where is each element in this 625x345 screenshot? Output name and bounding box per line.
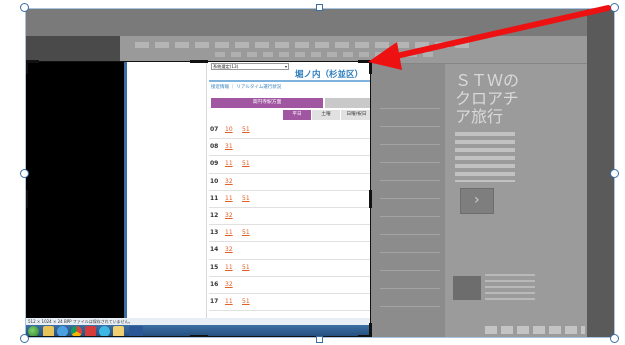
media-icon[interactable] (99, 326, 110, 336)
direction-tab[interactable]: 高円寺駅方面 (211, 98, 323, 108)
table-row: 09 11 51 (209, 156, 370, 174)
table-row: 15 11 51 (209, 260, 370, 277)
hour-label: 11 (210, 194, 219, 202)
resize-handle-bottom-right[interactable] (610, 334, 619, 343)
stop-name-title: 堀ノ内（杉並区） (295, 70, 364, 80)
resize-handle-right[interactable] (610, 169, 619, 178)
minute-link[interactable]: 11 (225, 229, 233, 236)
background-titlebar (25, 8, 615, 36)
hour-label: 07 (210, 126, 219, 133)
minute-link[interactable]: 51 (242, 195, 250, 202)
hour-label: 12 (210, 211, 219, 219)
minute-link[interactable]: 51 (242, 264, 250, 271)
tab-saturday[interactable]: 土曜 (312, 110, 340, 120)
minute-link[interactable]: 11 (225, 195, 233, 202)
table-row: 10 32 (209, 174, 370, 191)
folder-icon[interactable] (43, 326, 54, 336)
background-next-button (460, 188, 494, 214)
hour-label: 08 (210, 143, 219, 151)
hour-label: 14 (210, 246, 219, 254)
browser-icon[interactable] (57, 326, 68, 336)
background-thumbnail (453, 276, 481, 300)
minute-link[interactable]: 11 (225, 160, 233, 167)
pasted-screenshot[interactable]: 系統選定(13) ▾ 堀ノ内（杉並区） 接近情報 ｜ リアルタイム運行状況 高円… (25, 61, 371, 337)
hour-label: 16 (210, 280, 219, 288)
hour-label: 09 (210, 160, 219, 168)
minute-link[interactable]: 51 (242, 160, 250, 167)
minute-link[interactable]: 11 (225, 264, 233, 271)
resize-handle-top-left[interactable] (20, 3, 29, 12)
explorer-icon[interactable] (113, 326, 124, 336)
resize-handle-left[interactable] (20, 169, 29, 178)
chrome-icon[interactable] (71, 326, 82, 336)
minute-link[interactable]: 11 (225, 298, 233, 305)
direction-tab-alt[interactable] (325, 98, 370, 108)
table-row: 11 11 51 (209, 191, 370, 208)
timetable-rows: 07 10 51 08 31 09 11 51 10 32 11 11 51 12 32 13 11… (209, 122, 370, 312)
minute-link[interactable]: 32 (225, 178, 233, 185)
route-select[interactable]: 系統選定(13) ▾ (211, 63, 289, 70)
table-row: 17 11 51 (209, 294, 370, 312)
realtime-link[interactable]: 接近情報 ｜ リアルタイム運行状況 (211, 84, 281, 90)
minute-link[interactable]: 51 (242, 229, 250, 236)
table-row: 14 32 (209, 242, 370, 260)
image-editor-canvas: ＳＴＷの クロアチ ア旅行 系統選定(13) ▾ 堀ノ内（杉並区） 接近情報 ｜… (0, 0, 625, 345)
table-row: 13 11 51 (209, 225, 370, 243)
minute-link[interactable]: 31 (225, 143, 233, 150)
hour-label: 10 (210, 177, 219, 185)
minute-link[interactable]: 51 (242, 298, 250, 305)
hour-label: 17 (210, 297, 219, 305)
tab-weekday[interactable]: 平日 (283, 110, 311, 120)
tab-holiday[interactable]: 日曜/祝日 (341, 110, 370, 120)
title-divider (209, 80, 370, 82)
table-row: 08 31 (209, 139, 370, 157)
resize-handle-top-right[interactable] (610, 3, 619, 12)
minute-link[interactable]: 32 (225, 246, 233, 253)
word-icon[interactable] (129, 326, 143, 336)
background-sidebar-heading: ＳＴＷの クロアチ ア旅行 (455, 71, 520, 126)
minute-link[interactable]: 32 (225, 281, 233, 288)
resize-handle-bottom[interactable] (316, 336, 323, 343)
hour-label: 13 (210, 229, 219, 237)
table-row: 16 32 (209, 277, 370, 294)
bus-timetable-page: 系統選定(13) ▾ 堀ノ内（杉並区） 接近情報 ｜ リアルタイム運行状況 高円… (209, 62, 370, 318)
start-button-icon[interactable] (28, 326, 39, 336)
minute-link[interactable]: 10 (225, 126, 233, 133)
table-row: 07 10 51 (209, 122, 370, 140)
resize-handle-bottom-left[interactable] (20, 334, 29, 343)
blank-panel (127, 62, 207, 318)
minute-link[interactable]: 32 (225, 212, 233, 219)
chevron-down-icon: ▾ (284, 64, 287, 69)
minute-link[interactable]: 51 (242, 126, 250, 133)
hour-label: 15 (210, 263, 219, 271)
table-row: 12 32 (209, 208, 370, 226)
resize-handle-top[interactable] (316, 4, 323, 11)
black-region (26, 62, 124, 318)
app-icon[interactable] (85, 326, 96, 336)
